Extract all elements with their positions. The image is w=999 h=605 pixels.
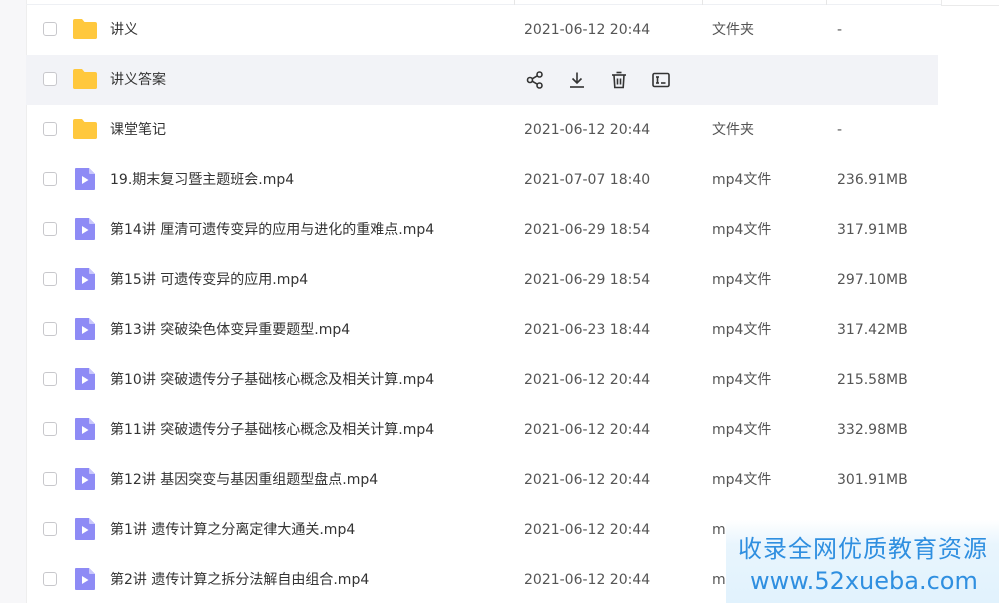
file-size: 332.98MB [837,422,908,438]
right-panel-header [941,0,999,6]
file-type: mp4文件 [712,322,772,338]
rename-icon[interactable] [650,69,672,91]
file-size: 215.58MB [837,372,908,388]
row-checkbox[interactable] [43,222,57,236]
file-name[interactable]: 第11讲 突破遗传分子基础核心概念及相关计算.mp4 [110,405,434,455]
file-type: mp4文件 [712,222,772,238]
file-type: mp4文件 [712,422,772,438]
row-checkbox[interactable] [43,572,57,586]
row-checkbox[interactable] [43,172,57,186]
folder-icon [72,67,98,91]
file-size: 317.91MB [837,222,908,238]
file-date: 2021-06-29 18:54 [524,222,651,238]
video-file-icon [72,217,98,241]
file-name[interactable]: 第14讲 厘清可遗传变异的应用与进化的重难点.mp4 [110,205,434,255]
file-type: mp4文件 [712,172,772,188]
file-date: 2021-06-12 20:44 [524,372,651,388]
row-checkbox[interactable] [43,22,57,36]
file-date: 2021-06-12 20:44 [524,472,651,488]
video-file-icon [72,517,98,541]
file-size: - [837,22,843,38]
file-name[interactable]: 第1讲 遗传计算之分离定律大通关.mp4 [110,505,355,555]
file-date: 2021-06-12 20:44 [524,572,651,588]
file-name[interactable]: 第12讲 基因突变与基因重组题型盘点.mp4 [110,455,378,505]
download-icon[interactable] [566,69,588,91]
video-file-icon [72,567,98,591]
row-checkbox[interactable] [43,272,57,286]
file-name[interactable]: 第2讲 遗传计算之拆分法解自由组合.mp4 [110,555,369,605]
watermark-slogan: 收录全网优质教育资源 [738,535,988,563]
row-checkbox[interactable] [43,72,57,86]
table-row[interactable]: 第15讲 可遗传变异的应用.mp4 2021-06-29 18:54 mp4文件 29… [26,255,938,305]
row-checkbox[interactable] [43,372,57,386]
sidebar-edge [0,0,27,603]
file-name[interactable]: 第15讲 可遗传变异的应用.mp4 [110,255,308,305]
video-file-icon [72,167,98,191]
video-file-icon [72,417,98,441]
file-size: 236.91MB [837,172,908,188]
table-row[interactable]: 讲义 2021-06-12 20:44 文件夹 - [26,5,938,55]
file-size: 297.10MB [837,272,908,288]
video-file-icon [72,267,98,291]
file-type: 文件夹 [712,22,754,38]
row-checkbox[interactable] [43,122,57,136]
table-row[interactable]: 第10讲 突破遗传分子基础核心概念及相关计算.mp4 2021-06-12 20:… [26,355,938,405]
file-date: 2021-06-12 20:44 [524,22,651,38]
file-name[interactable]: 第10讲 突破遗传分子基础核心概念及相关计算.mp4 [110,355,434,405]
file-type: 文件夹 [712,122,754,138]
table-row[interactable]: 讲义答案 [26,55,938,105]
file-type: m [712,572,726,588]
file-date: 2021-06-23 18:44 [524,322,651,338]
file-name[interactable]: 讲义答案 [110,55,166,105]
file-name[interactable]: 第13讲 突破染色体变异重要题型.mp4 [110,305,350,355]
file-date: 2021-07-07 18:40 [524,172,651,188]
video-file-icon [72,317,98,341]
file-name[interactable]: 19.期末复习暨主题班会.mp4 [110,155,294,205]
table-row[interactable]: 第11讲 突破遗传分子基础核心概念及相关计算.mp4 2021-06-12 20:… [26,405,938,455]
file-type: mp4文件 [712,472,772,488]
file-type: mp4文件 [712,272,772,288]
file-size: 317.42MB [837,322,908,338]
table-row[interactable]: 第14讲 厘清可遗传变异的应用与进化的重难点.mp4 2021-06-29 18:… [26,205,938,255]
folder-icon [72,117,98,141]
file-list: 讲义 2021-06-12 20:44 文件夹 - 讲义答案 课堂笔记 2021-06-12… [26,5,938,605]
watermark-url: www.52xueba.com [750,567,978,595]
delete-icon[interactable] [608,69,630,91]
video-file-icon [72,467,98,491]
share-icon[interactable] [524,69,546,91]
row-checkbox[interactable] [43,472,57,486]
file-date: 2021-06-12 20:44 [524,422,651,438]
file-date: 2021-06-12 20:44 [524,122,651,138]
file-name[interactable]: 讲义 [110,5,138,55]
row-checkbox[interactable] [43,322,57,336]
file-size: 301.91MB [837,472,908,488]
file-name[interactable]: 课堂笔记 [110,105,166,155]
table-row[interactable]: 课堂笔记 2021-06-12 20:44 文件夹 - [26,105,938,155]
file-size: - [837,122,843,138]
table-row[interactable]: 19.期末复习暨主题班会.mp4 2021-07-07 18:40 mp4文件 236… [26,155,938,205]
video-file-icon [72,367,98,391]
file-date: 2021-06-29 18:54 [524,272,651,288]
right-panel-edge [941,0,999,603]
row-actions [524,69,672,91]
row-checkbox[interactable] [43,522,57,536]
row-checkbox[interactable] [43,422,57,436]
file-type: mp4文件 [712,372,772,388]
table-row[interactable]: 第12讲 基因突变与基因重组题型盘点.mp4 2021-06-12 20:44 mp… [26,455,938,505]
table-row[interactable]: 第13讲 突破染色体变异重要题型.mp4 2021-06-23 18:44 mp4文… [26,305,938,355]
folder-icon [72,17,98,41]
file-date: 2021-06-12 20:44 [524,522,651,538]
file-type: m [712,522,726,538]
